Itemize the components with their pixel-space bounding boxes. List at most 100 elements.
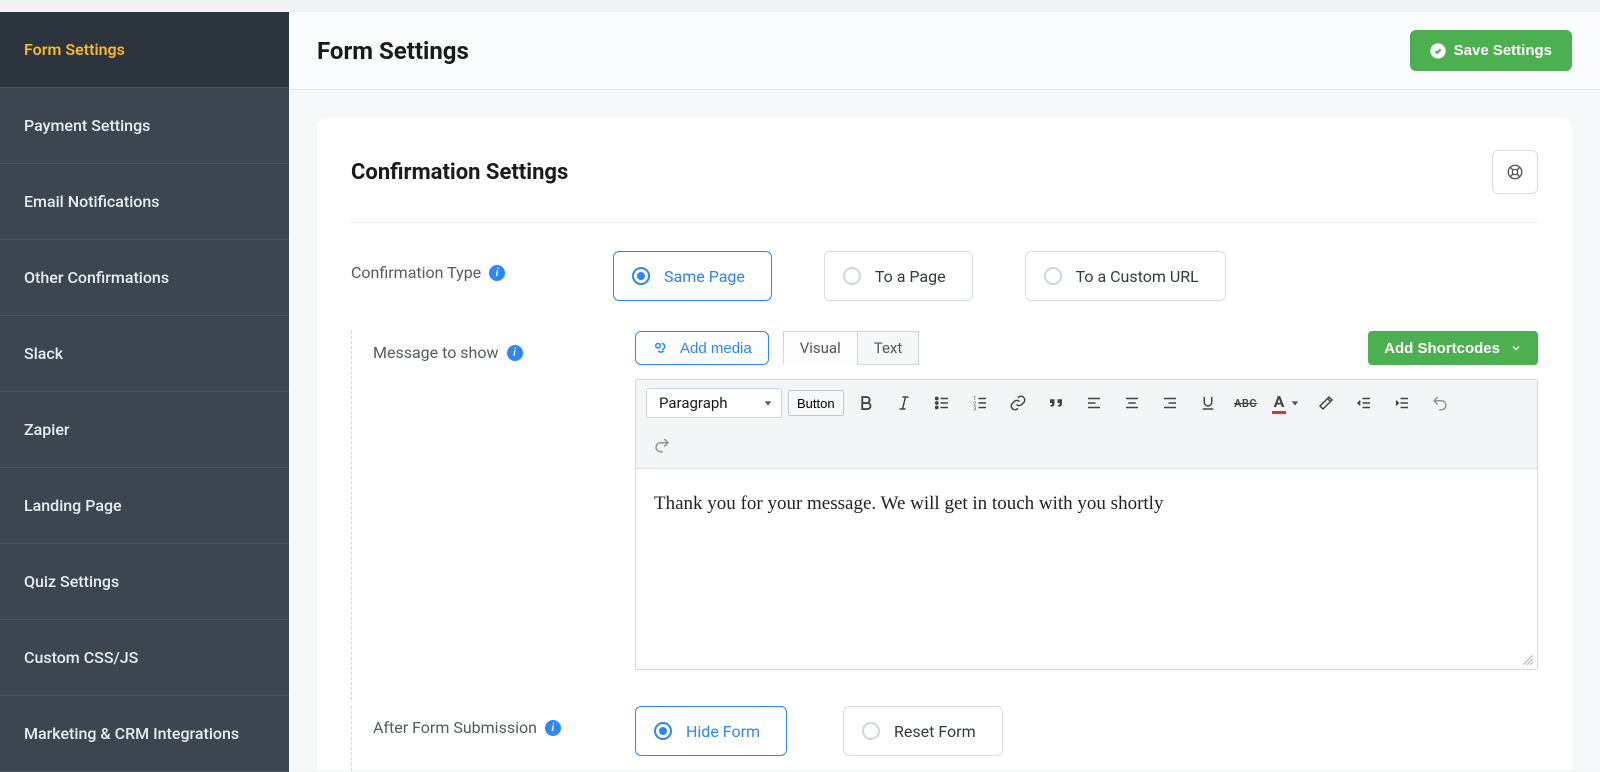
- tab-visual-label: Visual: [800, 339, 841, 357]
- indent-icon[interactable]: [1386, 388, 1418, 418]
- after-submission-label: After Form Submission i: [351, 706, 635, 737]
- editor-topbar: Add media Visual Text Add Shortcodes: [635, 331, 1538, 365]
- option-same-page[interactable]: Same Page: [613, 251, 772, 301]
- sidebar-item-payment-settings[interactable]: Payment Settings: [0, 88, 289, 164]
- message-label-text: Message to show: [373, 343, 499, 362]
- option-to-a-page[interactable]: To a Page: [824, 251, 973, 301]
- option-reset-form[interactable]: Reset Form: [843, 706, 1003, 756]
- check-circle-icon: [1430, 43, 1446, 59]
- redo-icon[interactable]: [646, 430, 678, 460]
- save-settings-label: Save Settings: [1454, 42, 1552, 59]
- insert-button-button[interactable]: Button: [788, 390, 844, 416]
- sidebar-item-label: Custom CSS/JS: [24, 648, 138, 667]
- align-center-icon[interactable]: [1116, 388, 1148, 418]
- format-select-value: Paragraph: [659, 394, 728, 412]
- bold-icon[interactable]: [850, 388, 882, 418]
- radio-icon: [843, 267, 861, 285]
- sidebar: Form Settings Payment Settings Email Not…: [0, 12, 289, 771]
- editor-mode-tabs: Visual Text: [783, 331, 920, 365]
- clear-formatting-icon[interactable]: [1310, 388, 1342, 418]
- svg-text:3: 3: [973, 407, 976, 413]
- info-icon[interactable]: i: [507, 345, 523, 361]
- after-submission-label-text: After Form Submission: [373, 718, 537, 737]
- bullet-list-icon[interactable]: [926, 388, 958, 418]
- main-panel: Form Settings Save Settings Confirmation…: [289, 12, 1600, 771]
- undo-icon[interactable]: [1424, 388, 1456, 418]
- editor-toolbar: Paragraph Button 123: [636, 380, 1537, 469]
- option-label: Reset Form: [894, 722, 976, 741]
- sidebar-item-quiz-settings[interactable]: Quiz Settings: [0, 544, 289, 620]
- radio-icon: [862, 722, 880, 740]
- confirmation-type-label-text: Confirmation Type: [351, 263, 481, 282]
- sidebar-item-other-confirmations[interactable]: Other Confirmations: [0, 240, 289, 316]
- sidebar-item-label: Other Confirmations: [24, 268, 169, 287]
- tab-text-label: Text: [874, 339, 903, 357]
- italic-icon[interactable]: [888, 388, 920, 418]
- sidebar-item-label: Email Notifications: [24, 192, 160, 211]
- after-submission-row: After Form Submission i Hide Form Reset …: [351, 706, 1538, 756]
- option-to-custom-url[interactable]: To a Custom URL: [1025, 251, 1226, 301]
- strikethrough-icon[interactable]: ABC: [1230, 388, 1262, 418]
- caret-down-icon: [763, 398, 773, 408]
- sidebar-item-slack[interactable]: Slack: [0, 316, 289, 392]
- section-help-button[interactable]: [1492, 150, 1538, 194]
- radio-icon: [1044, 267, 1062, 285]
- info-icon[interactable]: i: [489, 265, 505, 281]
- media-icon: [652, 339, 670, 357]
- add-shortcodes-label: Add Shortcodes: [1384, 340, 1500, 357]
- underline-icon[interactable]: [1192, 388, 1224, 418]
- editor-text: Thank you for your message. We will get …: [654, 493, 1163, 514]
- sidebar-item-label: Slack: [24, 344, 63, 363]
- toolbar-row-2: [646, 424, 1527, 460]
- add-media-button[interactable]: Add media: [635, 331, 769, 365]
- message-label: Message to show i: [351, 331, 635, 362]
- option-label: Same Page: [664, 267, 745, 286]
- message-row: Message to show i Add media Visual Text: [351, 331, 1538, 670]
- add-shortcodes-button[interactable]: Add Shortcodes: [1368, 331, 1538, 365]
- numbered-list-icon[interactable]: 123: [964, 388, 996, 418]
- sidebar-item-label: Quiz Settings: [24, 572, 119, 591]
- sidebar-item-marketing-crm[interactable]: Marketing & CRM Integrations: [0, 696, 289, 772]
- page-title: Form Settings: [317, 37, 469, 65]
- chevron-down-icon: [1510, 342, 1522, 354]
- confirmation-type-label: Confirmation Type i: [351, 251, 613, 282]
- sidebar-item-form-settings[interactable]: Form Settings: [0, 12, 289, 88]
- sidebar-item-custom-css-js[interactable]: Custom CSS/JS: [0, 620, 289, 696]
- section-title: Confirmation Settings: [351, 160, 568, 185]
- after-submission-options: Hide Form Reset Form: [635, 706, 1003, 756]
- format-select[interactable]: Paragraph: [646, 388, 782, 418]
- radio-icon: [654, 722, 672, 740]
- text-color-icon[interactable]: A: [1268, 388, 1305, 418]
- align-right-icon[interactable]: [1154, 388, 1186, 418]
- info-icon[interactable]: i: [545, 720, 561, 736]
- align-left-icon[interactable]: [1078, 388, 1110, 418]
- option-label: To a Custom URL: [1076, 267, 1199, 286]
- radio-icon: [632, 267, 650, 285]
- tab-text[interactable]: Text: [857, 331, 920, 365]
- confirmation-type-options: Same Page To a Page To a Custom URL: [613, 251, 1226, 301]
- option-label: Hide Form: [686, 722, 760, 741]
- sidebar-item-email-notifications[interactable]: Email Notifications: [0, 164, 289, 240]
- confirmation-type-row: Confirmation Type i Same Page To a Page: [351, 251, 1538, 301]
- sidebar-item-landing-page[interactable]: Landing Page: [0, 468, 289, 544]
- section-header: Confirmation Settings: [351, 150, 1538, 223]
- blockquote-icon[interactable]: [1040, 388, 1072, 418]
- editor-body[interactable]: Thank you for your message. We will get …: [636, 469, 1537, 669]
- option-label: To a Page: [875, 267, 946, 286]
- app-root: Form Settings Payment Settings Email Not…: [0, 0, 1600, 771]
- sidebar-item-label: Marketing & CRM Integrations: [24, 724, 239, 743]
- sidebar-item-label: Payment Settings: [24, 116, 150, 135]
- sidebar-item-label: Form Settings: [24, 40, 125, 59]
- save-settings-button[interactable]: Save Settings: [1410, 30, 1572, 71]
- page-header: Form Settings Save Settings: [289, 12, 1600, 90]
- tab-visual[interactable]: Visual: [783, 331, 858, 365]
- wysiwyg-editor: Paragraph Button 123: [635, 379, 1538, 670]
- content: Confirmation Settings Confirmation Type …: [289, 90, 1600, 771]
- settings-card: Confirmation Settings Confirmation Type …: [317, 118, 1572, 771]
- resize-handle-icon[interactable]: [1521, 653, 1535, 667]
- link-icon[interactable]: [1002, 388, 1034, 418]
- option-hide-form[interactable]: Hide Form: [635, 706, 787, 756]
- outdent-icon[interactable]: [1348, 388, 1380, 418]
- sidebar-item-zapier[interactable]: Zapier: [0, 392, 289, 468]
- editor-wrap: Add media Visual Text Add Shortcodes: [635, 331, 1538, 670]
